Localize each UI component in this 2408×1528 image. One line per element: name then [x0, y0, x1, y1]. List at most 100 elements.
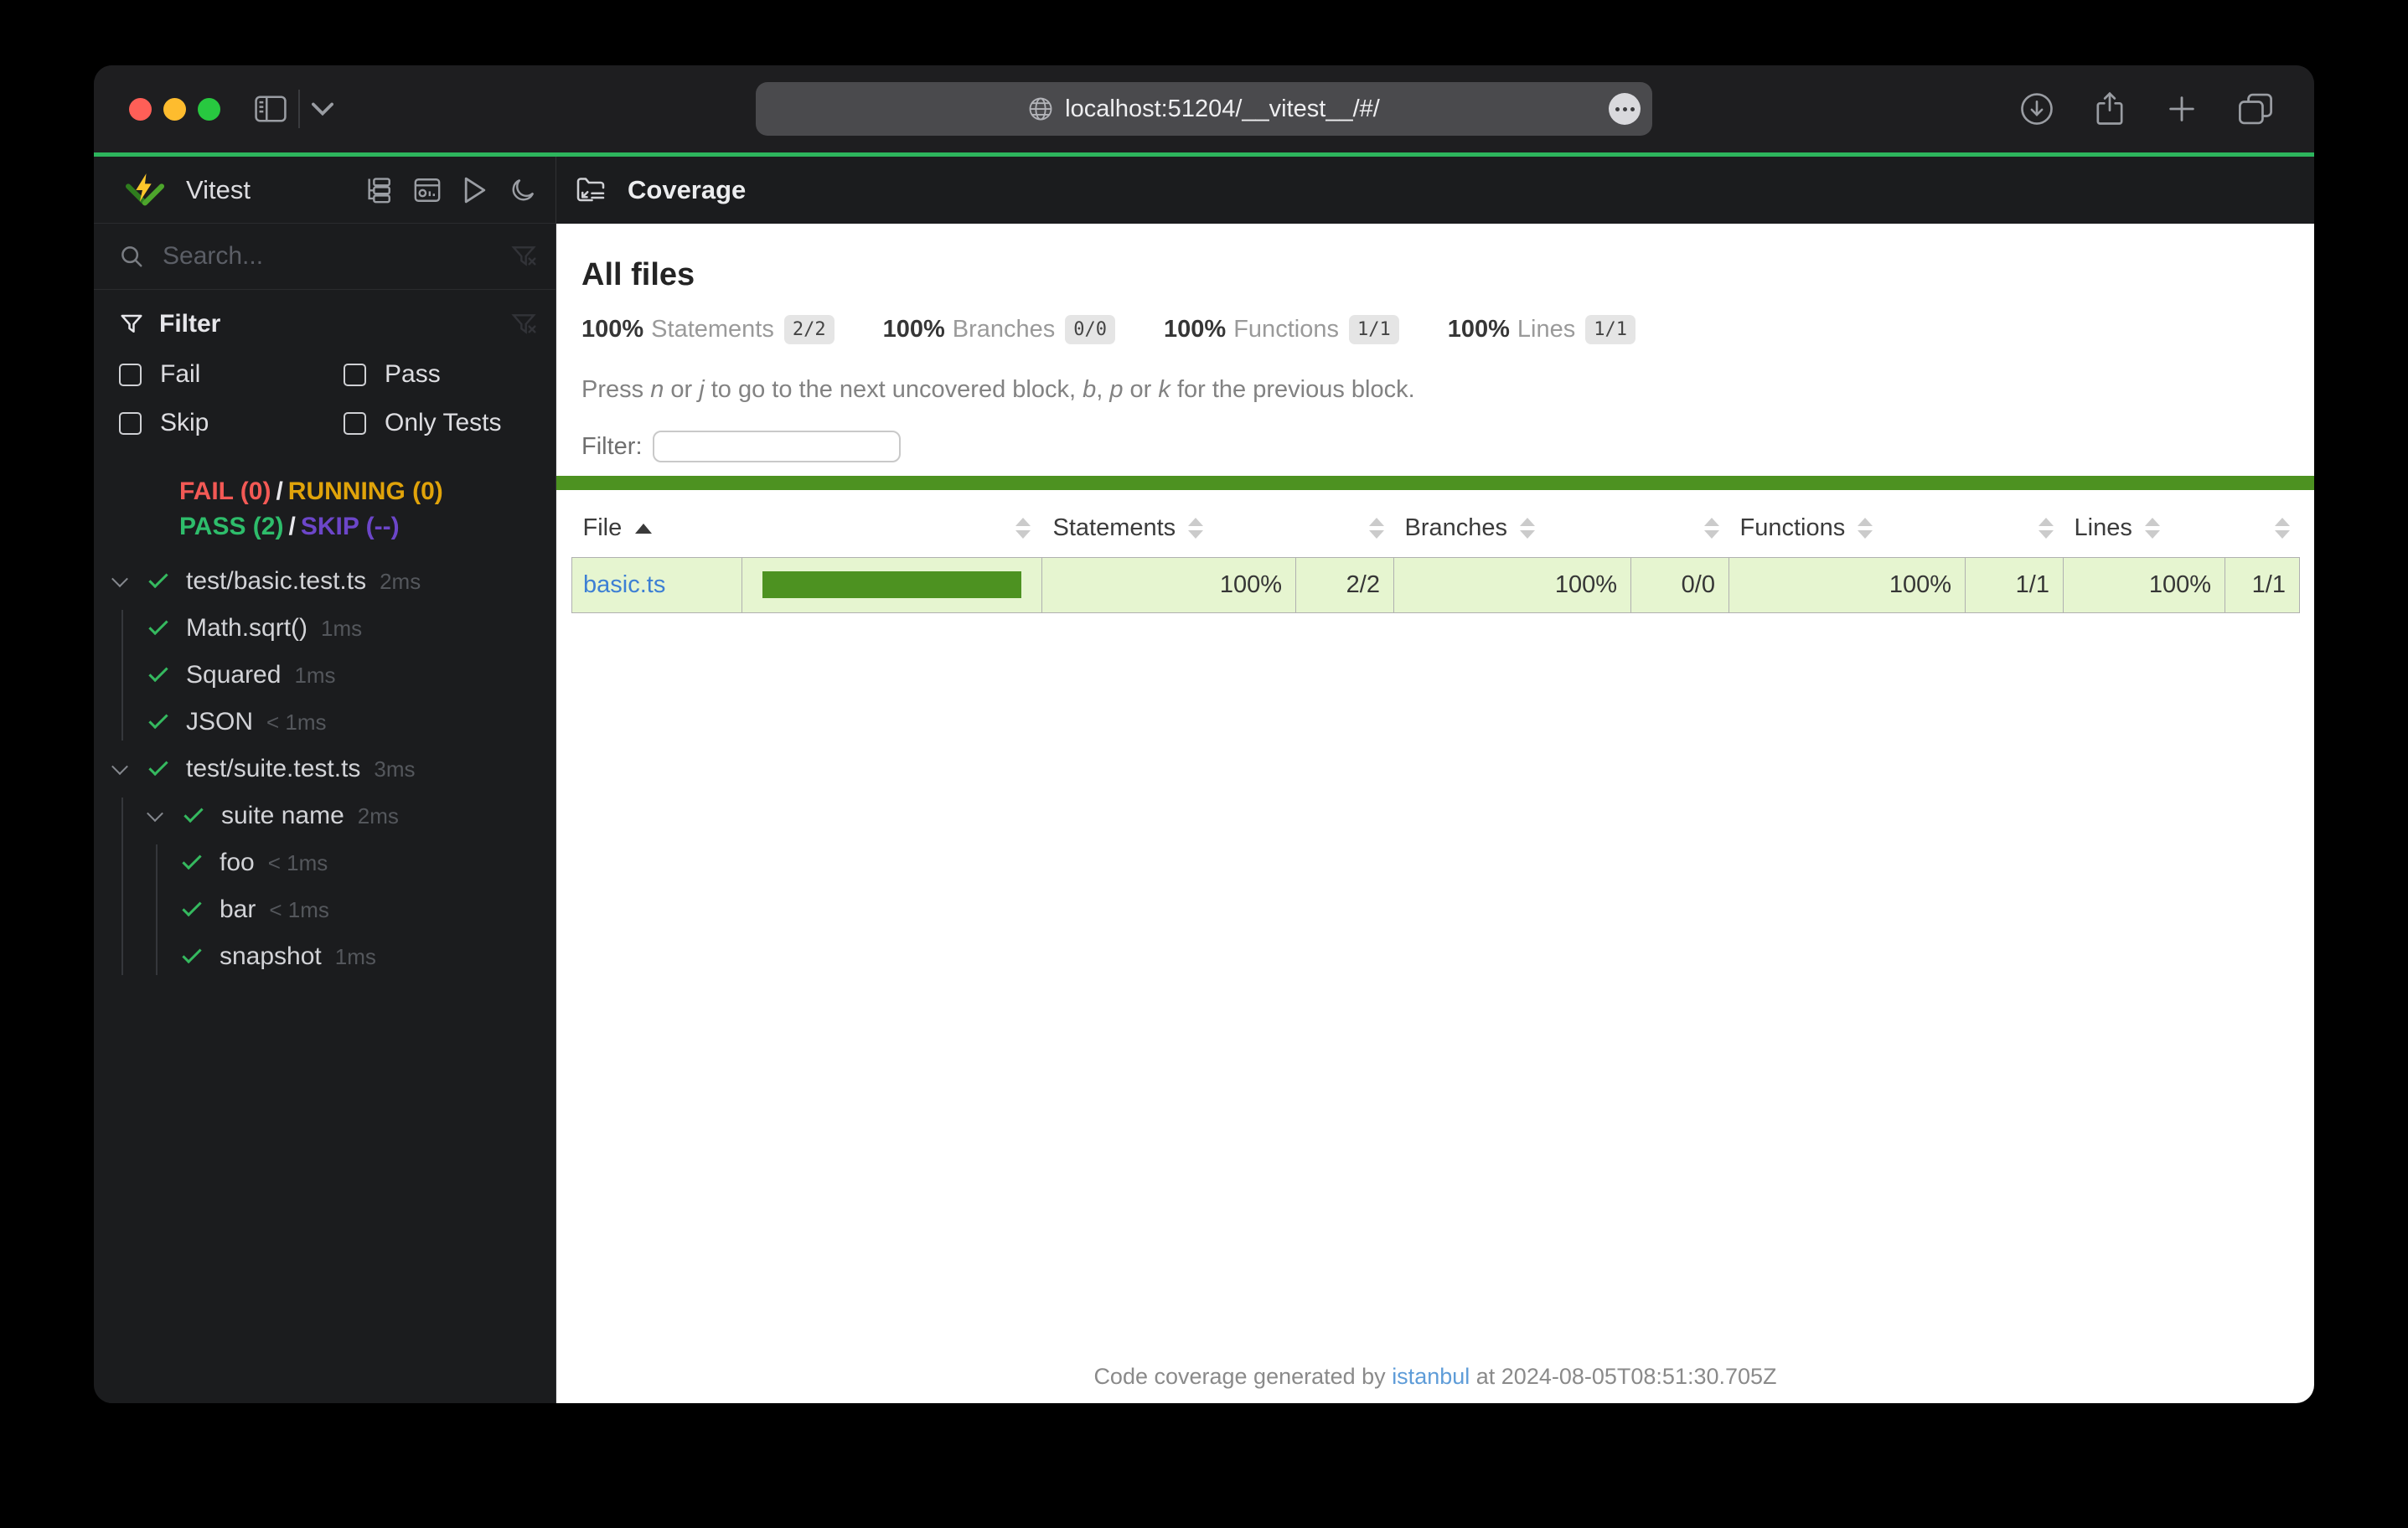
tree-item-suite-name[interactable]: suite name2ms	[94, 792, 555, 839]
tree-item-json[interactable]: JSON< 1ms	[94, 699, 555, 746]
coverage-value: 100%	[1394, 557, 1631, 612]
chevron-down-icon[interactable]	[111, 570, 128, 587]
minimize-window-button[interactable]	[163, 98, 186, 121]
vitest-sidebar: Vitest	[94, 157, 556, 1403]
filter-option-skip[interactable]: Skip	[119, 409, 344, 437]
sort-toggle-icon[interactable]	[1704, 518, 1719, 539]
test-name: snapshot	[220, 942, 322, 971]
globe-icon	[1028, 96, 1053, 121]
coverage-value: 0/0	[1631, 557, 1729, 612]
test-name: Squared	[186, 661, 281, 689]
close-window-button[interactable]	[129, 98, 152, 121]
test-duration: < 1ms	[268, 850, 328, 876]
column-header-statements[interactable]: Statements	[1042, 500, 1296, 557]
share-icon[interactable]	[2093, 90, 2126, 127]
sidebar-header: Vitest	[94, 157, 555, 224]
pass-check-icon	[148, 709, 168, 728]
tree-view-icon[interactable]	[364, 176, 393, 204]
column-header-sorter[interactable]	[2225, 500, 2300, 557]
column-header-functions[interactable]: Functions	[1729, 500, 1966, 557]
column-header-branches[interactable]: Branches	[1394, 500, 1631, 557]
dashboard-icon[interactable]	[413, 176, 442, 204]
filter-option-fail[interactable]: Fail	[119, 360, 344, 389]
pass-check-icon	[182, 896, 201, 916]
column-header-sorter[interactable]	[1296, 500, 1394, 557]
checkbox[interactable]	[119, 364, 142, 386]
tree-item-snapshot[interactable]: snapshot1ms	[94, 933, 555, 980]
coverage-filter-input[interactable]	[653, 431, 901, 462]
chevron-down-icon[interactable]	[312, 102, 333, 116]
sidebar-toggle-icon[interactable]	[255, 96, 287, 122]
metric-functions: 100%Functions1/1	[1164, 315, 1399, 344]
filter-option-only-tests[interactable]: Only Tests	[344, 409, 537, 437]
sort-toggle-icon[interactable]	[2275, 518, 2290, 539]
downloads-icon[interactable]	[2019, 91, 2054, 126]
metric-lines: 100%Lines1/1	[1448, 315, 1635, 344]
sort-toggle-icon[interactable]	[1520, 518, 1535, 539]
tree-item-math-sqrt-[interactable]: Math.sqrt()1ms	[94, 605, 555, 652]
chevron-down-icon[interactable]	[111, 758, 128, 775]
checkbox[interactable]	[344, 412, 366, 435]
traffic-lights	[129, 98, 220, 121]
page-menu-button[interactable]	[1609, 93, 1641, 125]
clear-search-filter-icon[interactable]	[510, 243, 537, 270]
tree-item-squared[interactable]: Squared1ms	[94, 652, 555, 699]
metric-fraction-badge: 0/0	[1065, 315, 1115, 344]
app-title: Vitest	[186, 175, 251, 205]
coverage-bar	[762, 571, 1021, 598]
filter-option-pass[interactable]: Pass	[344, 360, 537, 389]
running-count: RUNNING (0)	[288, 478, 443, 505]
sort-toggle-icon[interactable]	[1858, 518, 1873, 539]
coverage-value: 100%	[1729, 557, 1966, 612]
tab-overview-icon[interactable]	[2237, 91, 2274, 126]
pass-check-icon	[183, 803, 203, 822]
test-tree: test/basic.test.ts2msMath.sqrt()1msSquar…	[94, 558, 555, 1403]
coverage-value: 1/1	[1966, 557, 2064, 612]
test-duration: 1ms	[321, 616, 362, 642]
checkbox[interactable]	[119, 412, 142, 435]
istanbul-link[interactable]: istanbul	[1392, 1364, 1470, 1389]
filter-panel: Filter FailPassSkipOnly Tests	[94, 290, 555, 446]
tree-item-foo[interactable]: foo< 1ms	[94, 839, 555, 886]
address-bar[interactable]: localhost:51204/__vitest__/#/	[756, 82, 1652, 136]
file-link[interactable]: basic.ts	[583, 571, 665, 598]
checkbox-label: Skip	[160, 409, 209, 437]
theme-toggle-moon-icon[interactable]	[509, 176, 537, 204]
test-duration: 2ms	[380, 569, 421, 595]
checkbox[interactable]	[344, 364, 366, 386]
page-title: All files	[581, 257, 2299, 293]
column-header-sorter[interactable]	[1631, 500, 1729, 557]
pass-check-icon	[148, 756, 168, 775]
column-header-lines[interactable]: Lines	[2064, 500, 2225, 557]
metric-branches: 100%Branches0/0	[883, 315, 1115, 344]
coverage-filter-label: Filter:	[581, 433, 643, 461]
test-duration: < 1ms	[269, 897, 329, 923]
tree-item-bar[interactable]: bar< 1ms	[94, 886, 555, 933]
search-input[interactable]	[163, 242, 510, 271]
test-name: test/suite.test.ts	[186, 755, 360, 783]
clear-filter-icon[interactable]	[510, 311, 537, 338]
zoom-window-button[interactable]	[198, 98, 220, 121]
test-name: JSON	[186, 708, 253, 736]
column-header-sorter[interactable]	[1966, 500, 2064, 557]
chevron-down-icon[interactable]	[147, 805, 163, 822]
sort-toggle-icon[interactable]	[1015, 518, 1031, 539]
sort-toggle-icon[interactable]	[2039, 518, 2054, 539]
filter-icon	[119, 312, 144, 337]
sort-toggle-icon[interactable]	[1369, 518, 1384, 539]
search-bar	[94, 224, 555, 290]
tree-item-test-basic-test-ts[interactable]: test/basic.test.ts2ms	[94, 558, 555, 605]
pass-check-icon	[148, 662, 168, 681]
tree-item-test-suite-test-ts[interactable]: test/suite.test.ts3ms	[94, 746, 555, 792]
tree-indent-guide	[121, 610, 123, 741]
test-name: suite name	[221, 802, 344, 830]
column-header-file[interactable]: File	[572, 500, 742, 557]
keyboard-hint: Press n or j to go to the next uncovered…	[581, 376, 2299, 404]
tree-indent-guide	[121, 798, 123, 975]
sort-toggle-icon[interactable]	[2145, 518, 2160, 539]
sort-toggle-icon[interactable]	[1188, 518, 1203, 539]
new-tab-icon[interactable]	[2165, 92, 2199, 126]
column-header-sorter[interactable]	[742, 500, 1042, 557]
run-all-icon[interactable]	[462, 176, 488, 204]
coverage-footer: Code coverage generated by istanbul at 2…	[556, 1364, 2314, 1390]
